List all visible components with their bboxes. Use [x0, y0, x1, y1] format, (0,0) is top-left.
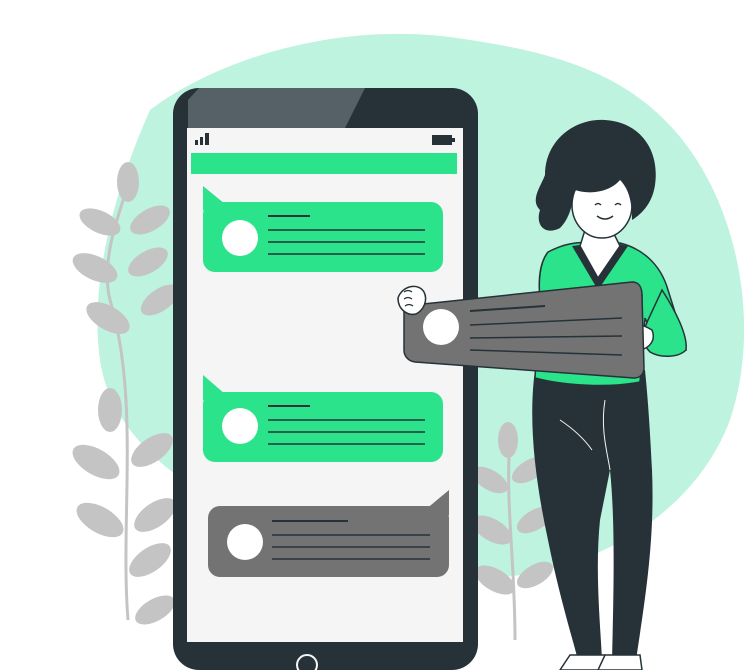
avatar-icon: [227, 524, 263, 560]
avatar-icon: [222, 220, 258, 256]
avatar-icon: [423, 309, 459, 345]
chat-header-bar: [191, 153, 457, 174]
hand-left: [397, 285, 427, 316]
avatar-icon: [222, 408, 258, 444]
illustration-canvas: [72, 33, 745, 670]
shoe-right: [597, 654, 643, 670]
battery-icon: [432, 135, 455, 145]
pants: [532, 370, 653, 660]
phone-glare: [188, 88, 365, 128]
illustration: [0, 0, 751, 670]
phone: [173, 88, 478, 670]
